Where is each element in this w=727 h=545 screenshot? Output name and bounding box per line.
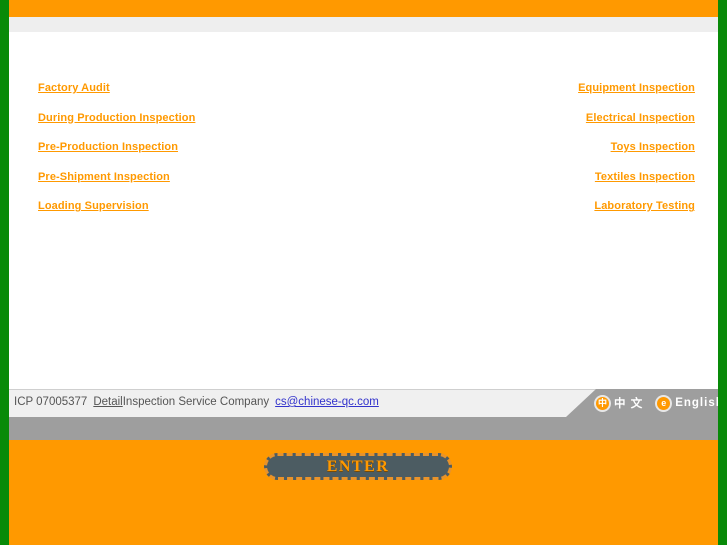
top-gray-band [9, 17, 718, 32]
link-pre-production-inspection[interactable]: Pre-Production Inspection [38, 141, 195, 153]
enter-button-wrap: ENTER [264, 453, 452, 480]
language-chinese-label: 中 文 [614, 398, 644, 410]
link-pre-shipment-inspection[interactable]: Pre-Shipment Inspection [38, 171, 195, 183]
icp-number: ICP 07005377 [14, 396, 88, 408]
top-orange-band [9, 0, 718, 17]
link-toys-inspection[interactable]: Toys Inspection [578, 141, 695, 153]
language-chinese-button[interactable]: 中 中 文 [596, 395, 643, 411]
globe-en-icon: e [657, 396, 671, 410]
link-electrical-inspection[interactable]: Electrical Inspection [578, 112, 695, 124]
detail-link[interactable]: Detail [93, 396, 122, 408]
language-english-button[interactable]: e English [657, 396, 724, 410]
email-link[interactable]: cs@chinese-qc.com [275, 396, 379, 408]
link-laboratory-testing[interactable]: Laboratory Testing [578, 200, 695, 212]
globe-cn-icon: 中 [596, 396, 609, 410]
right-green-rail [718, 0, 727, 545]
services-left-column: Factory Audit During Production Inspecti… [38, 82, 195, 230]
lower-gray-band [9, 417, 718, 440]
link-during-production-inspection[interactable]: During Production Inspection [38, 112, 195, 124]
left-green-rail [0, 0, 9, 545]
footer-text: ICP 07005377 DetailInspection Service Com… [14, 396, 379, 408]
splash-page: Factory Audit During Production Inspecti… [0, 0, 727, 545]
main-content-panel: Factory Audit During Production Inspecti… [9, 32, 718, 389]
link-equipment-inspection[interactable]: Equipment Inspection [578, 82, 695, 94]
enter-button[interactable]: ENTER [264, 453, 452, 480]
link-textiles-inspection[interactable]: Textiles Inspection [578, 171, 695, 183]
language-english-label: English [675, 397, 724, 409]
services-right-column: Equipment Inspection Electrical Inspecti… [578, 82, 695, 230]
language-switcher: 中 中 文 e English [596, 389, 724, 417]
company-name: Inspection Service Company [122, 396, 270, 408]
link-loading-supervision[interactable]: Loading Supervision [38, 200, 195, 212]
link-factory-audit[interactable]: Factory Audit [38, 82, 195, 94]
